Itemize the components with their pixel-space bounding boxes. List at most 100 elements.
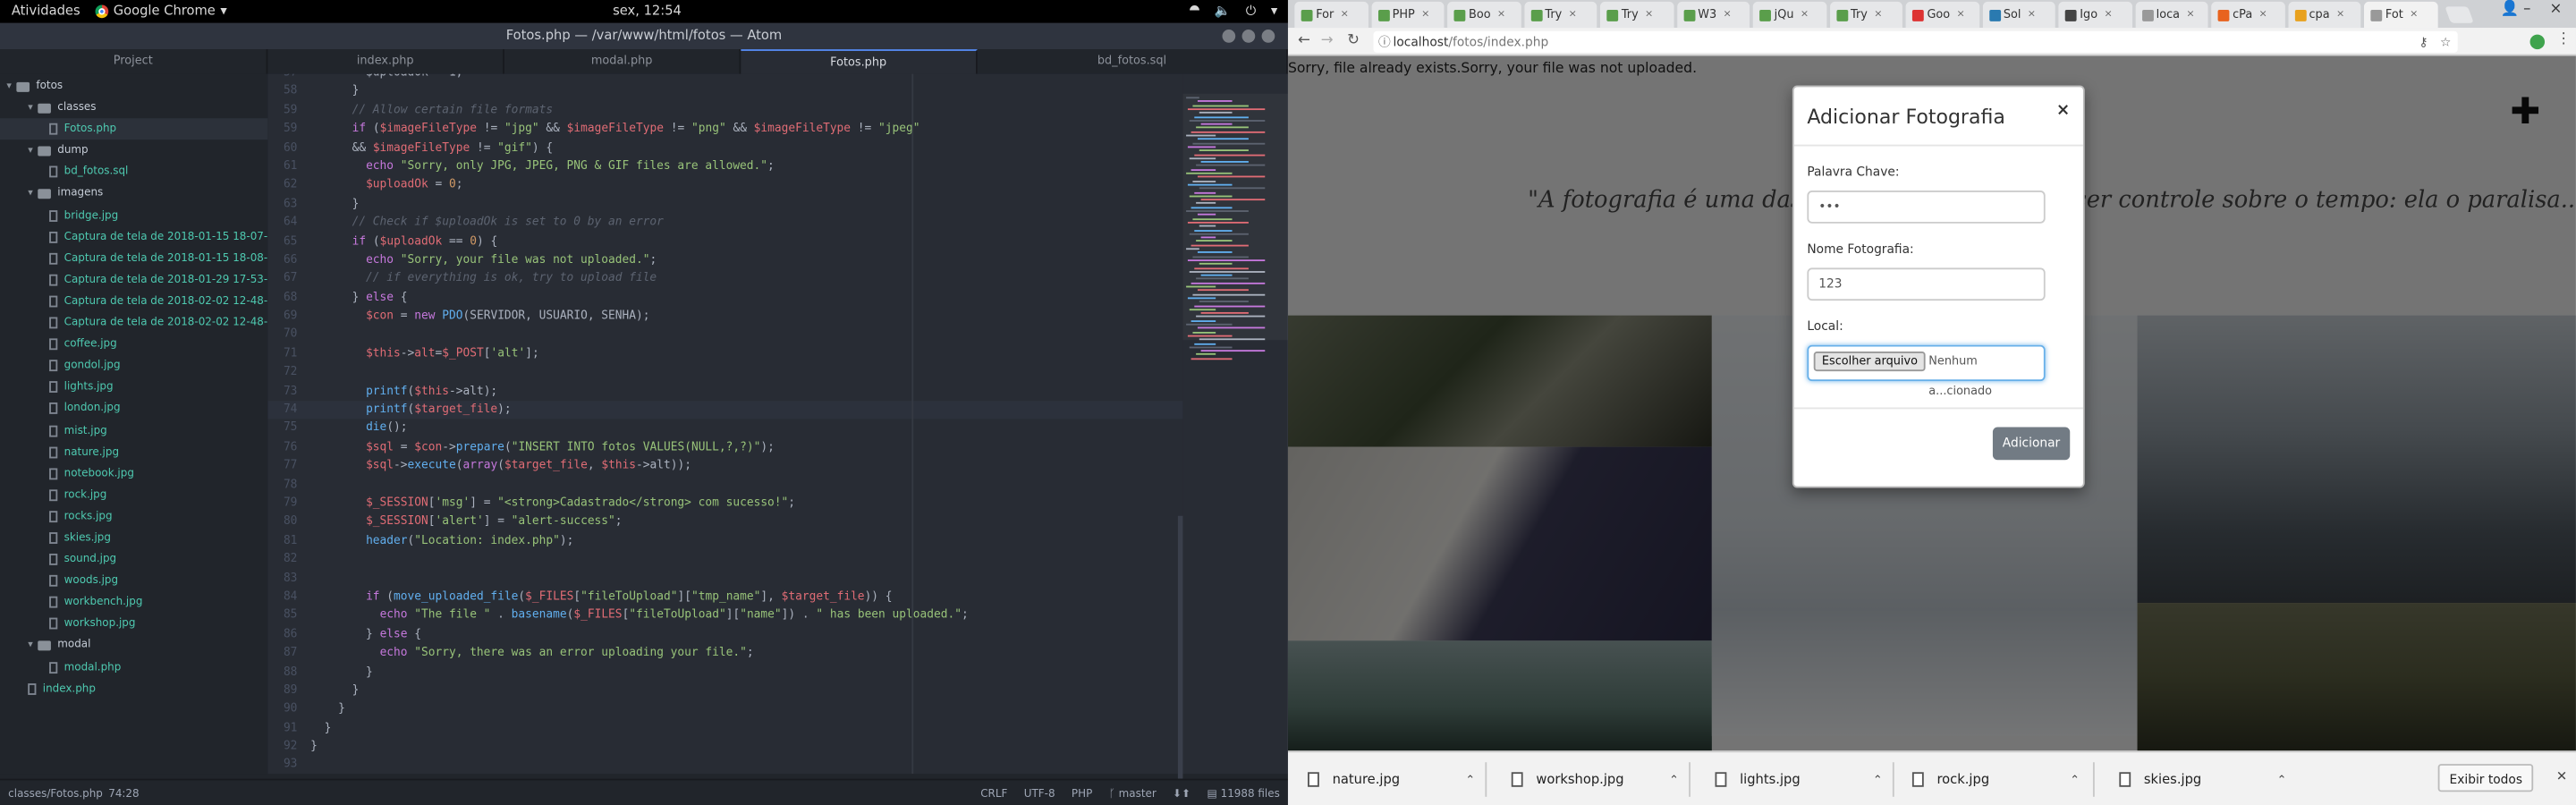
code-line[interactable]: 86 } else { [267, 625, 1182, 644]
tree-file[interactable]: index.php [0, 678, 267, 699]
tree-file[interactable]: skies.jpg [0, 528, 267, 549]
tab-close-icon[interactable]: × [2186, 2, 2194, 28]
status-file-path[interactable]: classes/Fotos.php [8, 780, 103, 805]
code-line[interactable]: 87 echo "Sorry, there was an error uploa… [267, 644, 1182, 663]
browser-tab[interactable]: Fot × [2364, 1, 2437, 29]
tree-file[interactable]: woods.jpg [0, 571, 267, 592]
browser-tab[interactable]: PHP × [1370, 1, 1445, 29]
minimap[interactable] [1182, 73, 1288, 775]
code-line[interactable]: 68 } else { [267, 289, 1182, 308]
code-line[interactable]: 78 [267, 476, 1182, 495]
tab-close-icon[interactable]: × [2259, 2, 2267, 28]
code-line[interactable]: 83 [267, 570, 1182, 589]
code-line[interactable]: 82 [267, 551, 1182, 570]
tree-file[interactable]: Captura de tela de 2018-02-02 12-48-50.p [0, 312, 267, 334]
code-line[interactable]: 92} [267, 738, 1182, 757]
chevron-up-icon[interactable]: ⌃ [2277, 773, 2287, 786]
bookmark-star-icon[interactable]: ☆ [2440, 31, 2451, 53]
key-icon[interactable]: ⚷ [2419, 31, 2428, 53]
close-button[interactable]: × [2550, 2, 2563, 18]
browser-tab[interactable]: W3 × [1676, 1, 1750, 29]
show-all-downloads-button[interactable]: Exibir todos [2437, 764, 2534, 792]
minimize-button[interactable] [1222, 30, 1236, 43]
browser-tab[interactable]: cPa × [2211, 1, 2284, 29]
tree-folder[interactable]: ▾ imagens [0, 183, 267, 205]
tree-file[interactable]: bd_fotos.sql [0, 162, 267, 183]
submit-button[interactable]: Adicionar [1992, 427, 2071, 461]
tab-close-icon[interactable]: × [2336, 2, 2344, 28]
chevron-up-icon[interactable]: ⌃ [1873, 773, 1883, 786]
tab-project[interactable]: Project [0, 49, 268, 74]
download-item[interactable]: workshop.jpg ⌃ [1511, 766, 1679, 793]
status-cursor-position[interactable]: 74:28 [108, 780, 139, 805]
keyword-input[interactable]: ••• [1807, 191, 2046, 224]
code-line[interactable]: 59 if ($imageFileType != "jpg" && $image… [267, 120, 1182, 139]
close-downloads-icon[interactable]: ✕ [2556, 769, 2567, 784]
fetch-icon[interactable]: ⬇⬆ [1173, 780, 1191, 805]
code-line[interactable]: 77 $sql->execute(array($target_file, $th… [267, 457, 1182, 476]
tab-close-icon[interactable]: × [1957, 2, 1965, 28]
tab-close-icon[interactable]: × [1874, 2, 1882, 28]
choose-file-button[interactable]: Escolher arquivo [1813, 352, 1927, 372]
tree-file[interactable]: nature.jpg [0, 441, 267, 462]
tab-close-icon[interactable]: × [1569, 2, 1577, 28]
chevron-up-icon[interactable]: ⌃ [2070, 773, 2080, 786]
browser-tab[interactable]: Goo × [1905, 1, 1979, 29]
address-bar[interactable]: ⓘ localhost/fotos/index.php ⚷ ☆ [1373, 30, 2458, 53]
app-menu[interactable]: Google Chrome ▾ [95, 0, 227, 23]
code-line[interactable]: 90 } [267, 700, 1182, 719]
tree-file[interactable]: Fotos.php [0, 118, 268, 140]
tree-file[interactable]: rock.jpg [0, 484, 267, 505]
chevron-down-icon[interactable]: ▾ [28, 97, 38, 119]
browser-tab[interactable]: Try × [1599, 1, 1674, 29]
browser-tab[interactable]: Sol × [1981, 1, 2055, 29]
code-line[interactable]: 79 $_SESSION['msg'] = "<strong>Cadastrad… [267, 495, 1182, 513]
code-line[interactable]: 73 printf($this->alt); [267, 382, 1182, 401]
tree-file[interactable]: mist.jpg [0, 419, 267, 441]
code-line[interactable]: 65 if ($uploadOk == 0) { [267, 233, 1182, 251]
maximize-button[interactable] [1241, 30, 1256, 43]
tree-file[interactable]: rocks.jpg [0, 505, 267, 527]
code-line[interactable]: 61 echo "Sorry, only JPG, JPEG, PNG & GI… [267, 157, 1182, 176]
chevron-down-icon[interactable]: ▾ [6, 75, 16, 97]
download-item[interactable]: nature.jpg ⌃ [1308, 766, 1475, 793]
file-input[interactable]: Escolher arquivo Nenhum a...cionado [1807, 344, 2046, 397]
tab-fotos-php[interactable]: Fotos.php [741, 49, 978, 74]
tree-file[interactable]: coffee.jpg [0, 334, 267, 355]
code-line[interactable]: 74 printf($target_file); [267, 401, 1183, 420]
code-line[interactable]: 71 $this->alt=$_POST['alt']; [267, 344, 1182, 363]
tab-close-icon[interactable]: × [2028, 2, 2036, 28]
photo-name-input[interactable]: 123 [1807, 267, 2046, 301]
download-item[interactable]: lights.jpg ⌃ [1715, 766, 1883, 793]
code-line[interactable]: 93 [267, 757, 1182, 774]
tree-file[interactable]: modal.php [0, 657, 267, 678]
tree-folder[interactable]: ▾ classes [0, 97, 267, 119]
browser-tab[interactable]: Igo × [2058, 1, 2132, 29]
extension-icon[interactable] [2529, 34, 2546, 50]
code-line[interactable]: 81 header("Location: index.php"); [267, 532, 1182, 551]
code-line[interactable]: 66 echo "Sorry, your file was not upload… [267, 251, 1182, 270]
code-editor[interactable]: 57 $uploadOk = 1;58 }59 // Allow certain… [267, 73, 1183, 775]
chevron-down-icon[interactable]: ▾ [28, 140, 38, 162]
code-line[interactable]: 91 } [267, 719, 1182, 738]
minimize-button[interactable]: – [2523, 2, 2530, 18]
browser-tab[interactable]: loca × [2134, 1, 2208, 29]
reload-button[interactable]: ↻ [1347, 31, 1360, 53]
tab-close-icon[interactable]: × [1645, 2, 1653, 28]
browser-tab[interactable]: Try × [1829, 1, 1902, 29]
download-item[interactable]: rock.jpg ⌃ [1911, 766, 2080, 793]
tab-close-icon[interactable]: × [1723, 2, 1731, 28]
tree-folder[interactable]: ▾ modal [0, 635, 267, 657]
code-line[interactable]: 58 } [267, 83, 1182, 102]
tab-close-icon[interactable]: × [2410, 2, 2418, 28]
chevron-down-icon[interactable]: ▾ [28, 183, 38, 205]
code-line[interactable]: 62 $uploadOk = 0; [267, 176, 1182, 195]
tab-bd-fotos-sql[interactable]: bd_fotos.sql [978, 49, 1288, 74]
chevron-up-icon[interactable]: ⌃ [1465, 773, 1475, 786]
clock[interactable]: sex, 12:54 [613, 0, 682, 23]
tree-file[interactable]: lights.jpg [0, 377, 267, 398]
browser-tab[interactable]: jQu × [1752, 1, 1826, 29]
tree-file[interactable]: Captura de tela de 2018-01-29 17-53-47.p [0, 269, 267, 291]
tree-file[interactable]: workbench.jpg [0, 592, 267, 614]
code-line[interactable]: 72 [267, 363, 1182, 382]
